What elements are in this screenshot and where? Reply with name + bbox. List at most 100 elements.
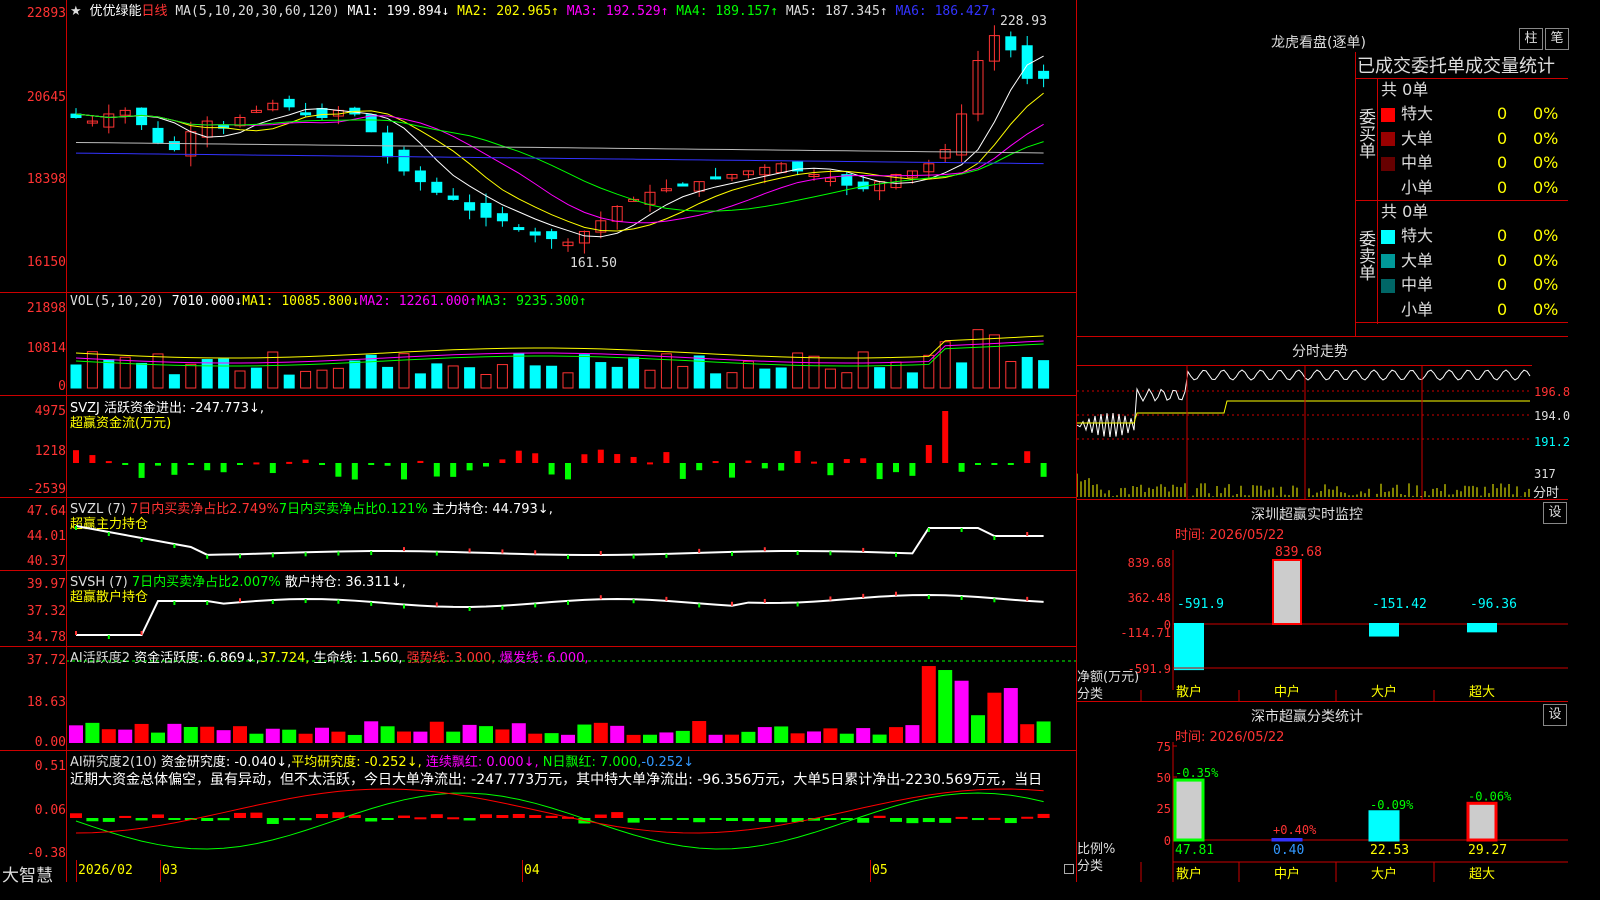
- price-panel[interactable]: 22893 20645 18398 16150 ★ 优优绿能日线 MA(5,10…: [0, 0, 1076, 293]
- ai1-axis-2: 18.63: [26, 695, 66, 710]
- classify-axis-label: 75: [1157, 740, 1171, 754]
- classify-bar-chart[interactable]: 75 50 25 0 -0.35% 47.81 散户 +0.40% 0.40 中户 -0.09% 22…: [1077, 702, 1568, 882]
- candle-body: [529, 231, 541, 236]
- monitor-bar: [1272, 559, 1302, 625]
- candle-body: [710, 176, 722, 180]
- ma-line: [75, 113, 1044, 224]
- buy-pct: 0%: [1533, 104, 1559, 123]
- svsh-panel[interactable]: 39.97 37.32 34.78 SVSH (7) 7日内买卖净占比2.007…: [0, 571, 1076, 647]
- research-bar: [512, 813, 525, 818]
- volume-bar: [86, 351, 98, 389]
- svzl-panel[interactable]: 47.64 44.01 40.37 SVZL (7) 7日内买卖净占比2.749…: [0, 498, 1076, 571]
- activity-bar: [626, 734, 641, 743]
- sell-count: 0: [1497, 250, 1508, 270]
- svzj-panel[interactable]: 4975 1218 -2539 SVZJ 活跃资金进出: -247.773↓, …: [0, 396, 1076, 498]
- buy-row: 特大 0 0%: [1381, 102, 1568, 126]
- vol-axis-3: 0: [58, 379, 66, 394]
- classify-total: 0.40: [1273, 843, 1304, 858]
- activity-bar: [774, 726, 789, 743]
- retail-holding-chart[interactable]: [66, 571, 1076, 646]
- activity-bar: [643, 734, 657, 743]
- flow-bar: [975, 463, 981, 465]
- volume-bar: [1005, 361, 1017, 389]
- main-holding-chart[interactable]: [66, 498, 1076, 570]
- volume-bar: [677, 365, 689, 389]
- candle-body: [283, 98, 295, 108]
- flow-bar: [483, 463, 489, 467]
- research-bar: [611, 812, 624, 818]
- candle-body: [480, 202, 492, 218]
- buy-total: 共 0单: [1381, 78, 1428, 102]
- research-chart[interactable]: [66, 751, 1076, 859]
- research-bar: [824, 818, 837, 820]
- activity-bar: [593, 722, 608, 743]
- volume-chart[interactable]: [66, 293, 1076, 395]
- monitor-panel[interactable]: 深圳超赢实时监控 设 时间: 2026/05/22 839.68 362.48 0-…: [1077, 500, 1568, 702]
- sell-name: 大单: [1401, 250, 1434, 270]
- ai2-panel[interactable]: 0.51 0.06 -0.38 AI研究度2(10) 资金研究度: -0.040…: [0, 751, 1076, 861]
- research-bar: [398, 815, 410, 818]
- research-bar: [430, 814, 443, 818]
- volume-bar: [201, 359, 213, 389]
- flow-bar: [745, 460, 752, 463]
- activity-bar: [233, 726, 247, 743]
- candle-body: [316, 107, 328, 119]
- activity-chart[interactable]: [66, 647, 1076, 750]
- ma-line: [75, 152, 1044, 165]
- buy-name: 特大: [1401, 104, 1434, 123]
- date-tick-2: [160, 860, 161, 882]
- flow-bar: [843, 459, 850, 463]
- flow-bar: [696, 463, 703, 471]
- research-bar: [627, 818, 640, 823]
- monitor-category: 散户: [1176, 684, 1202, 700]
- research-bar: [857, 818, 870, 823]
- brand-label: 大智慧: [2, 866, 53, 886]
- flow-bar: [155, 463, 161, 466]
- flow-bar: [499, 459, 506, 463]
- research-bar: [988, 817, 1001, 820]
- volume-bar: [841, 372, 853, 389]
- research-bar: [299, 818, 312, 821]
- research-bar: [234, 812, 246, 818]
- flow-bar: [679, 463, 686, 479]
- activity-bar: [511, 723, 526, 743]
- bar-mode-button[interactable]: 柱: [1519, 28, 1543, 50]
- candle-body: [152, 127, 164, 143]
- activity-bar: [889, 727, 903, 743]
- fund-flow-chart[interactable]: [66, 396, 1076, 497]
- ma-line: [75, 141, 1044, 154]
- monitor-value: -151.42: [1372, 597, 1427, 612]
- buy-count: 0: [1497, 128, 1508, 148]
- date-label-4: 05: [872, 863, 888, 878]
- main-holding-line: [75, 525, 1044, 556]
- classify-bar: [1368, 810, 1400, 842]
- classify-change: +0.40%: [1273, 823, 1317, 837]
- volume-panel[interactable]: 21898 10814 0 VOL(5,10,20) 7010.000↓MA1:…: [0, 293, 1076, 396]
- volume-bar: [316, 369, 328, 389]
- research-bar: [906, 818, 919, 824]
- candle-body: [546, 231, 558, 240]
- candle-body: [300, 112, 312, 116]
- activity-bar: [183, 726, 198, 743]
- intraday-panel[interactable]: 分时走势 196.8 194.0 191.2 317 分时: [1077, 337, 1570, 501]
- candlestick-chart[interactable]: [66, 0, 1076, 292]
- svzl-axis-1: 47.64: [26, 504, 66, 519]
- ai1-panel[interactable]: 37.72 18.63 0.00 AI活跃度2 资金活跃度: 6.869↓,37…: [0, 647, 1076, 751]
- pen-mode-button[interactable]: 笔: [1545, 28, 1569, 50]
- research-bar: [381, 818, 394, 820]
- activity-bar: [1020, 724, 1035, 743]
- order-panel: 龙虎看盘(逐单) 柱 笔 已成交委托单成交量统计 委买单 共 0单 特大 0 0% 大…: [1077, 0, 1569, 337]
- intraday-vol-label: 分时: [1533, 486, 1560, 501]
- lock-icon[interactable]: [1064, 864, 1074, 874]
- research-bar: [86, 818, 99, 822]
- buy-swatch: [1381, 107, 1395, 122]
- monitor-bar-chart[interactable]: 839.68362.480-114.71-591.9-591.9散户839.68…: [1077, 500, 1568, 701]
- classify-category: 中户: [1274, 866, 1300, 882]
- date-label-2: 03: [162, 863, 178, 878]
- classify-panel[interactable]: 深市超赢分类统计 设 时间: 2026/05/22 75 50 25 0 -0.35% 4…: [1077, 702, 1568, 882]
- research-bar: [102, 818, 115, 822]
- research-bar: [201, 818, 214, 822]
- flow-bar: [860, 458, 867, 463]
- flow-bar: [450, 463, 457, 477]
- intraday-chart[interactable]: [1077, 365, 1532, 499]
